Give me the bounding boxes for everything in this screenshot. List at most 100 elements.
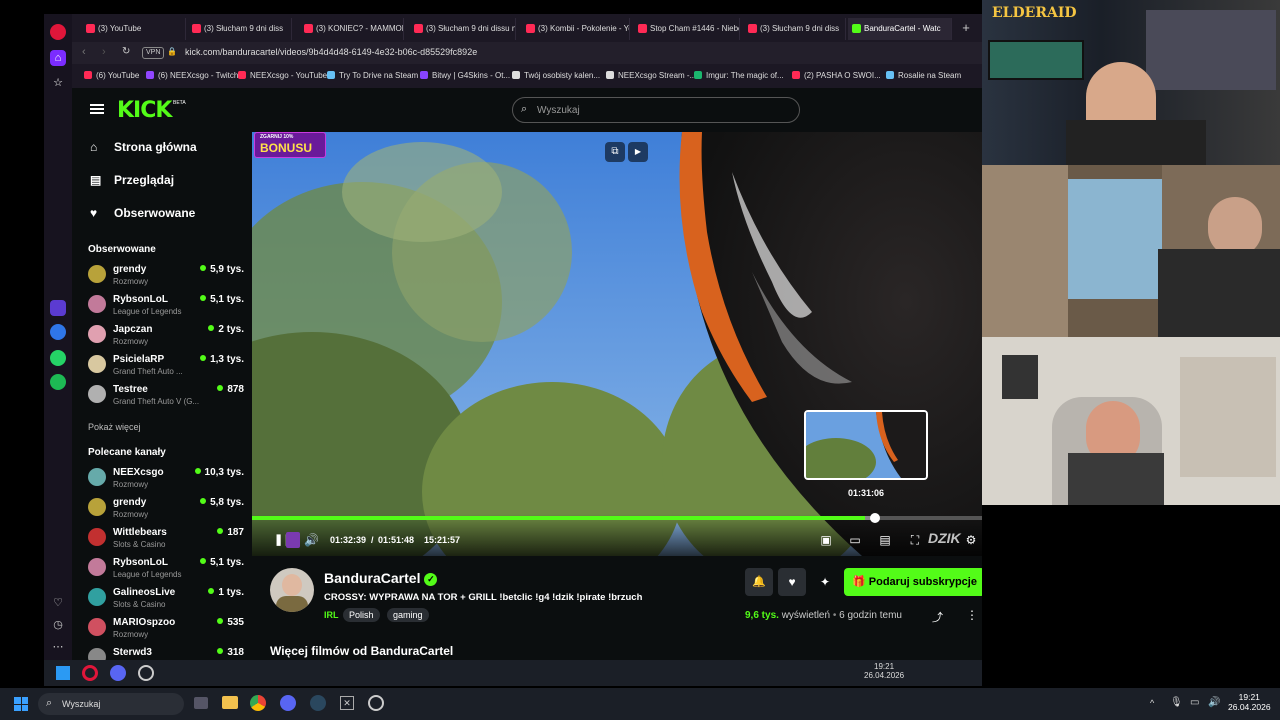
channel-item[interactable]: Testree Grand Theft Auto V (G... 878 xyxy=(88,382,244,410)
progress-bar[interactable] xyxy=(252,513,1002,523)
share-icon[interactable]: ⤴ xyxy=(932,609,943,625)
person-3-shirt xyxy=(1068,453,1164,505)
star-icon[interactable]: ☆ xyxy=(50,74,66,90)
home-icon[interactable]: ⌂ xyxy=(50,50,66,66)
menu-icon[interactable] xyxy=(90,104,104,114)
volume-icon[interactable]: 🔊 xyxy=(1208,697,1220,708)
channel-item[interactable]: RybsonLoL League of Legends 5,1 tys. xyxy=(88,292,244,320)
bookmark-label: (2) PASHA O SWOI... xyxy=(804,71,881,80)
inner-date: 26.04.2026 xyxy=(864,671,905,680)
url-field[interactable]: kick.com/banduracartel/videos/9b4d4d48-6… xyxy=(185,47,477,57)
pip-icon[interactable]: ▤ xyxy=(878,533,892,547)
channel-item[interactable]: GalineosLive Slots & Casino 1 tys. xyxy=(88,585,244,613)
nav-following[interactable]: ♥ Obserwowane xyxy=(90,206,195,220)
windows-start-icon[interactable] xyxy=(56,666,70,680)
new-tab-icon[interactable]: + xyxy=(958,20,974,36)
channel-item[interactable]: PsicielaRP Grand Theft Auto ... 1,3 tys. xyxy=(88,352,244,380)
video-player[interactable]: ZGARNIJ 10% BONUSU ⧉ ▶ 01:31:06 ❚❚ 🔊 01:… xyxy=(252,132,1002,556)
chrome-icon[interactable] xyxy=(250,695,266,711)
heart-icon[interactable]: ♡ xyxy=(50,594,66,610)
tray-chevron-icon[interactable]: ^ xyxy=(1150,698,1154,708)
network-icon[interactable]: ▭ xyxy=(1190,697,1199,708)
app-taskbar-icon[interactable] xyxy=(138,665,154,681)
obs-icon[interactable] xyxy=(368,695,384,711)
app-icon[interactable]: ✕ xyxy=(340,696,354,710)
channel-item[interactable]: grendy Rozmowy 5,8 tys. xyxy=(88,495,244,523)
channel-item[interactable]: NEEXcsgo Rozmowy 10,3 tys. xyxy=(88,465,244,493)
opera-taskbar-icon[interactable] xyxy=(82,665,98,681)
browser-tab[interactable]: (3) YouTube xyxy=(82,18,186,40)
nav-browse[interactable]: ▤ Przeglądaj xyxy=(90,173,174,187)
show-more-link[interactable]: Pokaż więcej xyxy=(88,422,141,432)
clock-icon[interactable]: ◷ xyxy=(50,616,66,632)
whatsapp-icon[interactable] xyxy=(50,350,66,366)
browser-tab-active[interactable]: BanduraCartel - Watc xyxy=(848,18,952,40)
nav-label: Obserwowane xyxy=(114,206,196,220)
time-ago: 6 godzin temu xyxy=(839,610,902,621)
clip-icon[interactable]: ▣ xyxy=(819,533,833,547)
nav-home[interactable]: ⌂ Strona główna xyxy=(90,140,197,154)
bookmark[interactable]: Imgur: The magic of... xyxy=(694,71,784,80)
kick-logo[interactable]: KICK xyxy=(117,98,172,123)
bookmark[interactable]: NEEXcsgo Stream -... xyxy=(606,71,696,80)
bonus-banner[interactable]: ZGARNIJ 10% BONUSU xyxy=(254,132,326,158)
app-icon[interactable] xyxy=(50,300,66,316)
sparkle-icon[interactable]: ✦ xyxy=(811,568,839,596)
gift-sub-button[interactable]: 🎁 Podaruj subskrypcje xyxy=(844,568,985,596)
opera-logo-icon[interactable] xyxy=(50,24,66,40)
bookmark[interactable]: (6) NEEXcsgo - Twitch xyxy=(146,71,238,80)
discord-taskbar-icon[interactable] xyxy=(110,665,126,681)
channel-viewers: 878 xyxy=(217,384,244,395)
spotify-icon[interactable] xyxy=(50,374,66,390)
theater-icon[interactable]: ▭ xyxy=(848,533,862,547)
category-link[interactable]: IRL xyxy=(324,610,339,620)
channel-item[interactable]: Wittlebears Slots & Casino 187 xyxy=(88,525,244,553)
follow-heart-icon[interactable]: ♥ xyxy=(778,568,806,596)
search-input[interactable]: ⌕ Wyszukaj xyxy=(512,97,800,123)
reload-icon[interactable]: ↻ xyxy=(122,46,130,57)
fullscreen-icon[interactable]: ⛶ xyxy=(908,533,922,547)
streamer-avatar[interactable] xyxy=(270,568,314,612)
camera-icon[interactable]: ▶ xyxy=(628,142,648,162)
browser-tab[interactable]: Stop Cham #1446 - Niebe xyxy=(634,18,740,40)
tab-label: (3) YouTube xyxy=(98,24,142,33)
browser-tab[interactable]: (3) Słucham 9 dni dissu na xyxy=(410,18,516,40)
microphone-icon[interactable]: 🎙 xyxy=(1170,697,1183,708)
browser-tab[interactable]: (3) KONIEC? - MAMMON xyxy=(300,18,404,40)
channel-item[interactable]: MARIOspzoo Rozmowy 535 xyxy=(88,615,244,643)
browser-tab[interactable]: (3) Kombii - Pokolenie - Yo xyxy=(522,18,630,40)
discord-icon[interactable] xyxy=(280,695,296,711)
channel-viewers: 2 tys. xyxy=(208,324,244,335)
bookmark[interactable]: (6) YouTube xyxy=(84,71,139,80)
system-clock[interactable]: 19:21 26.04.2026 xyxy=(1228,692,1271,712)
forward-icon[interactable]: › xyxy=(102,46,106,58)
streamer-name[interactable]: BanduraCartel ✓ xyxy=(324,570,438,586)
volume-icon[interactable]: 🔊 xyxy=(304,533,319,547)
tag[interactable]: gaming xyxy=(387,608,429,622)
browser-tab[interactable]: (3) Słucham 9 dni diss xyxy=(744,18,846,40)
back-icon[interactable]: ‹ xyxy=(82,46,86,58)
settings-icon[interactable]: ⚙ xyxy=(964,533,978,547)
taskbar-search[interactable]: ⌕ Wyszukaj xyxy=(38,693,184,715)
task-view-icon[interactable] xyxy=(194,697,208,709)
more-options-icon[interactable]: ⋮ xyxy=(966,608,978,622)
popout-icon[interactable]: ⧉ xyxy=(605,142,625,162)
bookmark[interactable]: NEEXcsgo - YouTube xyxy=(238,71,327,80)
bookmark[interactable]: (2) PASHA O SWOI... xyxy=(792,71,881,80)
file-explorer-icon[interactable] xyxy=(222,696,238,709)
more-icon[interactable]: ⋯ xyxy=(50,638,66,654)
windows-start-icon[interactable] xyxy=(14,697,28,711)
bell-icon[interactable]: 🔔 xyxy=(745,568,773,596)
steam-icon[interactable] xyxy=(310,695,326,711)
channel-item[interactable]: grendy Rozmowy 5,9 tys. xyxy=(88,262,244,290)
channel-item[interactable]: Japczan Rozmowy 2 tys. xyxy=(88,322,244,350)
bookmark[interactable]: Rosalie na Steam xyxy=(886,71,961,80)
bookmark[interactable]: Bitwy | G4Skins - Ot... xyxy=(420,71,510,80)
browser-tab[interactable]: (3) Słucham 9 dni diss xyxy=(188,18,292,40)
bookmark[interactable]: Try To Drive na Steam xyxy=(327,71,418,80)
bookmark[interactable]: Twój osobisty kalen... xyxy=(512,71,600,80)
vpn-badge[interactable]: VPN xyxy=(142,47,165,59)
channel-item[interactable]: RybsonLoL League of Legends 5,1 tys. xyxy=(88,555,244,583)
tag[interactable]: Polish xyxy=(343,608,380,622)
messenger-icon[interactable] xyxy=(50,324,66,340)
